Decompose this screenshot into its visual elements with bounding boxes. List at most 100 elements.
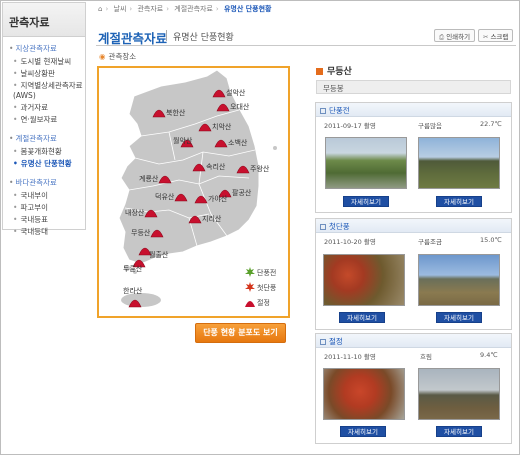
breadcrumb-current: 유명산 단풍현황 [223, 5, 272, 13]
landscape-photo[interactable] [323, 368, 405, 420]
mountain-name-label[interactable]: 가야산 [208, 194, 228, 203]
mountain-name-label[interactable]: 북한산 [166, 108, 186, 117]
stage-card-header: 절정 [316, 334, 511, 348]
detail-place: 무등봉 [316, 80, 511, 94]
mountain-name-label[interactable]: 팔공산 [232, 188, 252, 197]
square-icon [320, 108, 326, 114]
sidebar-item-beacon[interactable]: 국내등표 [3, 214, 85, 226]
stage-card-peak: 절정 2011-11-10 촬영 흐림 9.4℃ 자세히보기 자세히보기 [315, 333, 512, 444]
breadcrumb-seasonal[interactable]: 계절관측자료 [174, 5, 213, 13]
square-icon [320, 339, 326, 345]
mountain-name-label[interactable]: 소백산 [228, 138, 248, 147]
legend-peak-label: 절정 [257, 298, 270, 307]
photo-weather: 흐림 [420, 353, 432, 361]
detail-button[interactable]: 자세히보기 [436, 426, 482, 437]
stage-card-first: 첫단풍 2011-10-20 촬영 구름조금 15.0℃ 자세히보기 자세히보기 [315, 218, 512, 330]
sidebar-item-city-weather[interactable]: 도시별 현재날씨 [3, 56, 85, 68]
sidebar-group-sea[interactable]: 바다관측자료 [3, 174, 85, 190]
page-subtitle: 유명산 단풍현황 [173, 33, 234, 43]
stage-label: 첫단풍 [329, 222, 350, 231]
stage-card-header: 단풍전 [316, 103, 511, 117]
sidebar-item-aws[interactable]: 지역별상세관측자료(AWS) [3, 80, 85, 102]
mountain-name-label[interactable]: 덕유산 [155, 192, 175, 201]
sidebar-item-past-data[interactable]: 과거자료 [3, 102, 85, 114]
photo-date: 2011-09-17 촬영 [324, 122, 376, 130]
square-bullet-icon [316, 68, 323, 75]
print-label: 인쇄하기 [446, 33, 471, 41]
detail-mountain-name: 무등산 [327, 67, 352, 77]
printer-icon: ⎙ [439, 33, 445, 41]
detail-button[interactable]: 자세히보기 [436, 312, 482, 323]
sidebar-item-lighthouse[interactable]: 국내등대 [3, 226, 85, 238]
mountain-name-label[interactable]: 치악산 [212, 122, 232, 131]
sidebar-group-ground[interactable]: 지상관측자료 [3, 40, 85, 56]
stage-card-header: 첫단풍 [316, 219, 511, 233]
sidebar-item-autumn-foliage[interactable]: 유명산 단풍현황 [3, 158, 85, 170]
map-legend: 단풍전 첫단풍 절정 [245, 267, 277, 307]
mountain-name-label[interactable]: 설악산 [226, 88, 246, 97]
mountain-name-label[interactable]: 무등산 [131, 228, 151, 237]
stage-card-before: 단풍전 2011-09-17 촬영 구름많음 22.7℃ 자세히보기 자세히보기 [315, 102, 512, 213]
mountain-name-label[interactable]: 두륜산 [123, 264, 143, 273]
title-underline [96, 45, 516, 46]
scrap-button[interactable]: ✂ 스크랩 [478, 29, 514, 42]
bullet-icon: ◉ [99, 52, 106, 61]
mountain-name-label[interactable]: 주왕산 [250, 164, 270, 173]
breadcrumb: ⌂ › 날씨 › 관측자료 › 계절관측자료 › 유명산 단풍현황 [98, 5, 272, 13]
landscape-photo[interactable] [323, 254, 405, 306]
legend-peak-icon [245, 301, 255, 307]
breadcrumb-observation[interactable]: 관측자료 [137, 5, 163, 13]
stage-label: 단풍전 [329, 106, 350, 115]
map-label-text: 관측장소 [108, 52, 137, 61]
landscape-photo[interactable] [325, 137, 407, 189]
detail-button[interactable]: 자세히보기 [339, 312, 385, 323]
scrap-label: 스크랩 [490, 33, 509, 41]
mountain-name-label[interactable]: 한라산 [123, 286, 143, 295]
sidebar: 관측자료 지상관측자료 도시별 현재날씨 날씨상황판 지역별상세관측자료(AWS… [2, 2, 86, 236]
sidebar-item-wave-buoy[interactable]: 파고부이 [3, 202, 85, 214]
sidebar-item-annual-data[interactable]: 연·월보자료 [3, 114, 85, 126]
stage-label: 절정 [329, 337, 343, 346]
sidebar-item-buoy[interactable]: 국내부이 [3, 190, 85, 202]
mountain-name-label[interactable]: 오대산 [230, 102, 250, 111]
photo-temp: 9.4℃ [480, 351, 498, 359]
foliage-map: 설악산오대산북한산치악산월악산 소백산계룡산 속리산 주왕산팔공산 덕유산 가야산내장산지… [97, 66, 290, 318]
photo-date: 2011-11-10 촬영 [324, 353, 376, 361]
korea-map-svg: 설악산오대산북한산치악산월악산 소백산계룡산 속리산 주왕산팔공산 덕유산 가야산내장산지… [118, 69, 277, 308]
landscape-photo[interactable] [418, 137, 500, 189]
print-button[interactable]: ⎙ 인쇄하기 [434, 29, 476, 42]
landscape-photo[interactable] [418, 368, 500, 420]
detail-button[interactable]: 자세히보기 [436, 196, 482, 207]
square-icon [320, 224, 326, 230]
photo-temp: 15.0℃ [480, 236, 502, 244]
breadcrumb-weather[interactable]: 날씨 [114, 5, 127, 13]
scrap-icon: ✂ [483, 33, 489, 41]
sidebar-item-weather-board[interactable]: 날씨상황판 [3, 68, 85, 80]
photo-temp: 22.7℃ [480, 120, 502, 128]
detail-mountain-title: 무등산 [316, 64, 352, 77]
photo-weather: 구름조금 [418, 238, 442, 246]
mountain-name-label[interactable]: 속리산 [206, 162, 226, 171]
detail-button[interactable]: 자세히보기 [340, 426, 386, 437]
landscape-photo[interactable] [418, 254, 500, 306]
legend-before-label: 단풍전 [257, 268, 276, 277]
mountain-name-label[interactable]: 지리산 [202, 214, 222, 223]
mountain-name-label[interactable]: 월출산 [149, 250, 169, 259]
photo-weather: 구름많음 [418, 122, 442, 130]
sidebar-title: 관측자료 [3, 3, 85, 37]
sidebar-group-seasonal[interactable]: 계절관측자료 [3, 130, 85, 146]
distribution-map-button[interactable]: 단풍 현황 분포도 보기 [195, 323, 286, 343]
photo-date: 2011-10-20 촬영 [324, 238, 376, 246]
mountain-name-label[interactable]: 월악산 [173, 136, 193, 145]
jeju-island-shape [121, 293, 161, 307]
legend-before-icon [245, 267, 255, 277]
detail-button[interactable]: 자세히보기 [343, 196, 389, 207]
title-divider [166, 30, 167, 41]
legend-first-icon [245, 282, 255, 292]
legend-first-label: 첫단풍 [257, 283, 277, 292]
mountain-name-label[interactable]: 내장산 [125, 208, 145, 217]
sidebar-item-spring-flowers[interactable]: 봄꽃개화현황 [3, 146, 85, 158]
map-section-label: ◉ 관측장소 [99, 51, 136, 62]
mountain-name-label[interactable]: 계룡산 [139, 174, 159, 183]
home-icon[interactable]: ⌂ [98, 5, 102, 13]
